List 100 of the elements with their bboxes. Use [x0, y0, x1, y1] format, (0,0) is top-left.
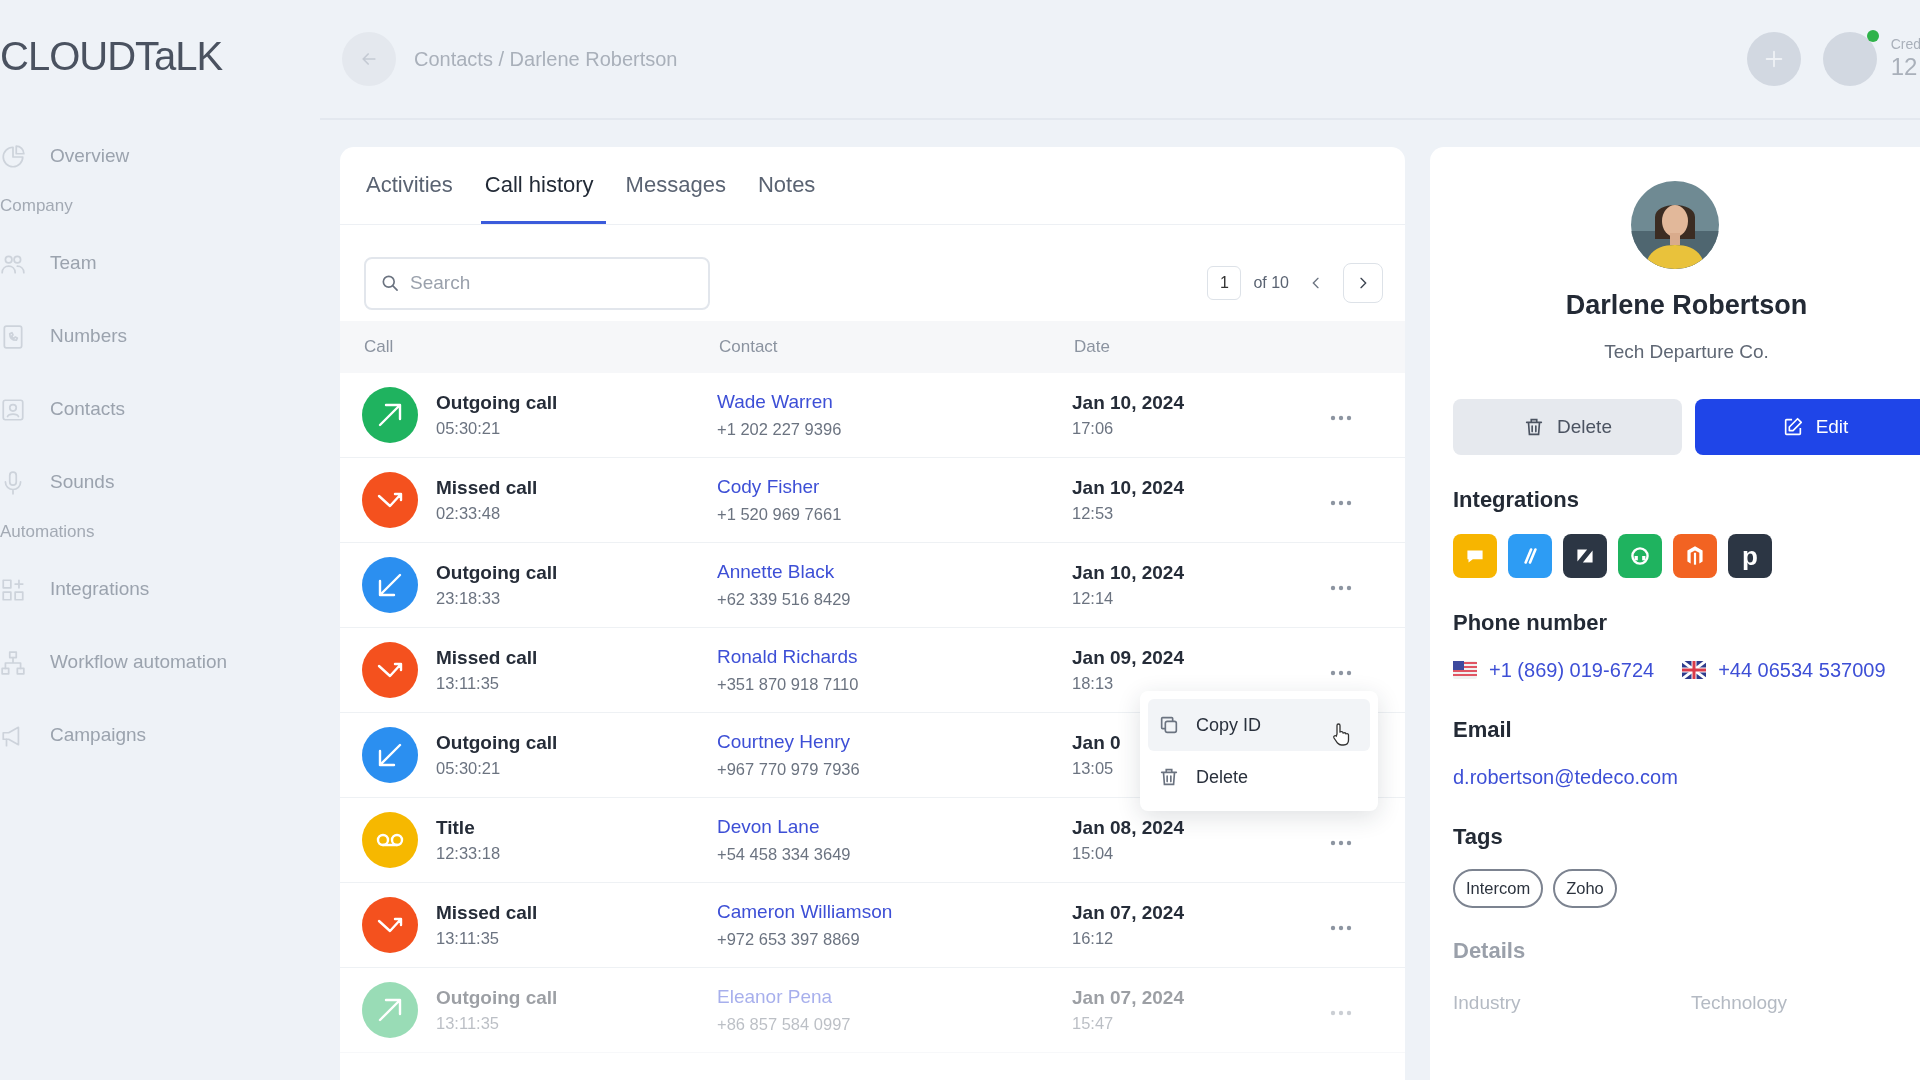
phone-file-icon: [0, 323, 26, 350]
call-date: Jan 10, 2024: [1072, 390, 1184, 415]
grid-plus-icon: [0, 576, 26, 603]
contact-phone: +62 339 516 8429: [717, 590, 851, 610]
ellipsis-icon: [1330, 669, 1352, 676]
contact-phone: +86 857 584 0997: [717, 1015, 851, 1035]
contact-phone: +54 458 334 3649: [717, 845, 851, 865]
contact-link[interactable]: Courtney Henry: [717, 731, 851, 753]
section-title: Tags: [1453, 823, 1504, 851]
page-number-field[interactable]: 1: [1207, 266, 1242, 300]
sidebar-section-label: Company: [0, 195, 74, 218]
contact-phone: +972 653 397 8869: [717, 930, 860, 950]
credit-value: 12: [1890, 53, 1919, 82]
call-date: Jan 10, 2024: [1072, 475, 1184, 500]
detail-value: Technology: [1691, 990, 1789, 1015]
call-time: 17:06: [1072, 419, 1114, 440]
avatar[interactable]: [1822, 32, 1877, 86]
uk-flag-icon: [1682, 661, 1707, 679]
call-date: Jan 0: [1072, 730, 1121, 755]
contact-link[interactable]: Cody Fisher: [717, 476, 820, 498]
contact-name: Darlene Robertson: [1564, 289, 1809, 322]
menu-item[interactable]: Delete: [1148, 751, 1370, 803]
contact-link[interactable]: Wade Warren: [717, 391, 833, 413]
call-date: Jan 07, 2024: [1072, 985, 1184, 1010]
ellipsis-icon: [1330, 1009, 1352, 1016]
integration-icon[interactable]: p: [1728, 534, 1772, 578]
contact-link[interactable]: Annette Black: [717, 561, 835, 583]
ellipsis-icon: [1330, 839, 1352, 846]
menu-item[interactable]: Copy ID: [1148, 699, 1370, 751]
call-duration: 02:33:48: [436, 504, 501, 525]
call-time: 16:12: [1072, 929, 1114, 950]
contact-card-icon: [0, 396, 26, 423]
call-time: 12:53: [1072, 504, 1114, 525]
call-duration: 13:11:35: [436, 1014, 499, 1035]
tab[interactable]: Activities: [362, 147, 465, 224]
section-title: Details: [1453, 936, 1527, 965]
call-time: 15:47: [1072, 1014, 1114, 1035]
tab[interactable]: Notes: [753, 147, 828, 224]
breadcrumb: Contacts / Darlene Robertson: [414, 47, 678, 72]
section-title: Integrations: [1453, 486, 1580, 514]
call-type: Outgoing call: [436, 390, 558, 415]
column-header: Contact: [719, 336, 779, 359]
call-duration: 05:30:21: [436, 419, 501, 440]
missed-call-icon: [362, 472, 418, 528]
call-type: Title: [436, 815, 475, 840]
column-header: Date: [1074, 336, 1111, 359]
logo: CLOUDTaLK: [0, 33, 224, 76]
call-duration: 13:11:35: [436, 929, 499, 950]
flow-icon: [0, 649, 26, 676]
sidebar-section-label: Automations: [0, 521, 96, 544]
tag: Zoho: [1553, 869, 1617, 908]
us-flag-icon: [1453, 661, 1477, 679]
call-duration: 13:11:35: [436, 674, 499, 695]
tab[interactable]: Call history: [480, 147, 606, 224]
contact-phone: +351 870 918 7110: [717, 675, 859, 695]
email-link[interactable]: d.robertson@tedeco.com: [1453, 762, 1678, 792]
contact-link[interactable]: Cameron Williamson: [717, 901, 893, 923]
ellipsis-icon: [1330, 924, 1352, 931]
call-type: Missed call: [436, 900, 538, 925]
phone-link[interactable]: +44 06534 537009: [1718, 655, 1886, 685]
ellipsis-icon: [1330, 584, 1352, 591]
call-type: Missed call: [436, 645, 538, 670]
pointer-cursor-icon: [1330, 721, 1350, 747]
contact-phone: +1 520 969 7661: [717, 505, 842, 525]
contact-link[interactable]: Devon Lane: [717, 816, 820, 838]
ellipsis-icon: [1330, 499, 1352, 506]
tab[interactable]: Messages: [621, 147, 738, 224]
voicemail-icon: [362, 812, 418, 868]
ellipsis-icon: [1330, 414, 1352, 421]
call-duration: 23:18:33: [436, 589, 501, 610]
search-field[interactable]: Search: [364, 256, 710, 310]
call-date: Jan 07, 2024: [1072, 900, 1184, 925]
page-count: of 10: [1253, 273, 1289, 293]
call-date: Jan 10, 2024: [1072, 560, 1184, 585]
call-duration: 12:33:18: [436, 844, 501, 865]
call-type: Missed call: [436, 475, 538, 500]
call-duration: 05:30:21: [436, 759, 501, 780]
call-type: Outgoing call: [436, 560, 558, 585]
edit-button[interactable]: Edit: [1695, 399, 1920, 455]
call-time: 18:13: [1072, 674, 1114, 695]
call-time: 15:04: [1072, 844, 1114, 865]
detail-label: Industry: [1453, 990, 1522, 1015]
missed-call-icon: [362, 897, 418, 953]
phone-link[interactable]: +1 (869) 019-6724: [1489, 655, 1655, 685]
tag: Intercom: [1453, 869, 1544, 908]
section-title: Phone number: [1453, 609, 1608, 637]
call-type: Outgoing call: [436, 730, 558, 755]
company-name: Tech Departure Co.: [1603, 339, 1770, 364]
contact-phone: +967 770 979 7936: [717, 760, 860, 780]
credit-label: Cred: [1890, 36, 1920, 53]
call-date: Jan 09, 2024: [1072, 645, 1184, 670]
section-title: Email: [1453, 716, 1513, 744]
missed-call-icon: [362, 642, 418, 698]
chart-icon: [0, 143, 26, 170]
contact-link[interactable]: Ronald Richards: [717, 646, 858, 668]
copy-icon: [1158, 714, 1180, 736]
delete-button[interactable]: Delete: [1453, 399, 1682, 455]
call-type: Outgoing call: [436, 985, 558, 1010]
contact-phone: +1 202 227 9396: [717, 420, 842, 440]
integration-icon[interactable]: [1563, 534, 1607, 578]
